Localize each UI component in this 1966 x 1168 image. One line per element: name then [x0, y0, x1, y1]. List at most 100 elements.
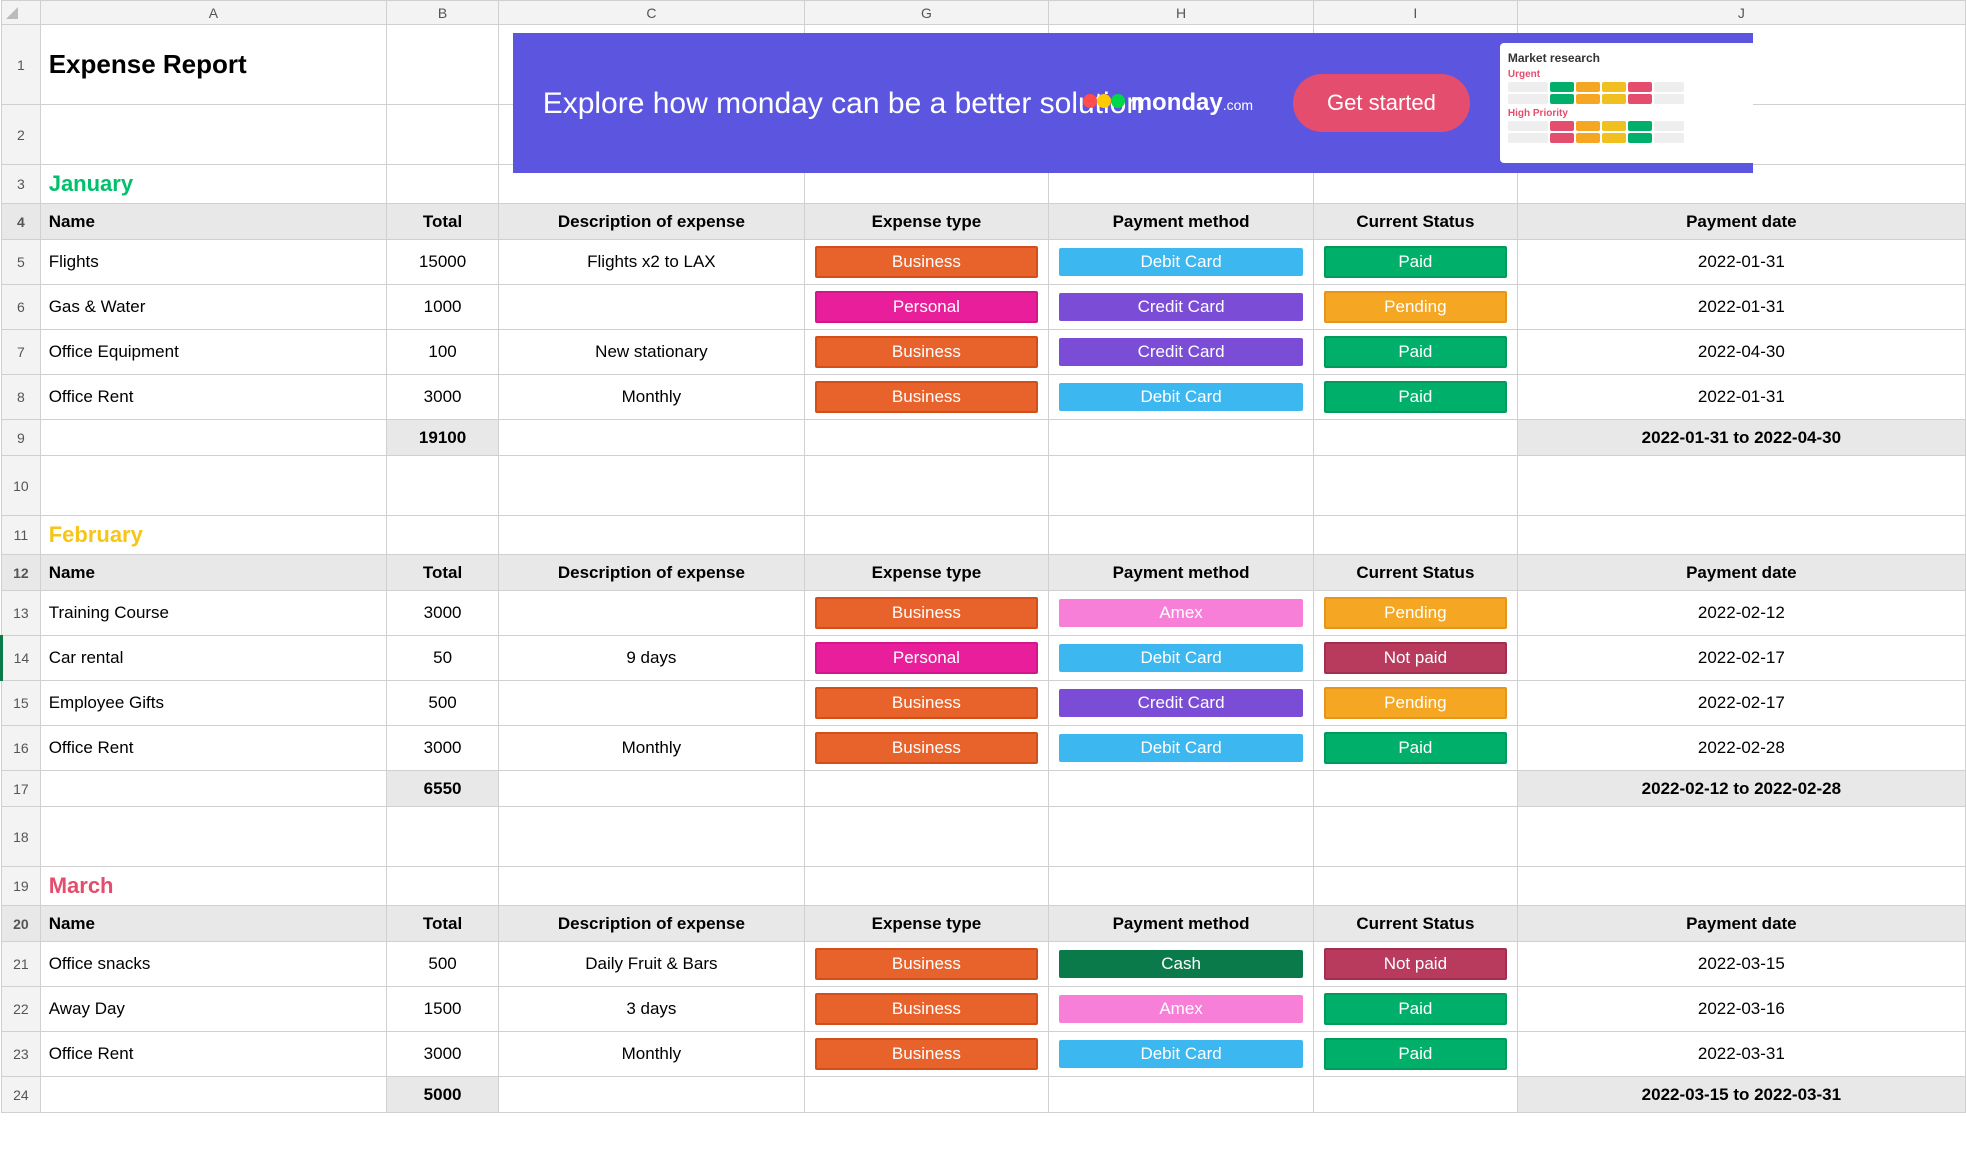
cell-name[interactable]: Employee Gifts	[40, 681, 386, 726]
cell[interactable]: Pending	[1314, 285, 1518, 330]
cell[interactable]: Credit Card	[1049, 285, 1314, 330]
cell-total[interactable]: 100	[387, 330, 499, 375]
row-header-1[interactable]: 1	[2, 25, 41, 105]
cell-desc[interactable]: New stationary	[499, 330, 805, 375]
col-header-B[interactable]: B	[387, 1, 499, 25]
cell[interactable]: Personal	[804, 636, 1048, 681]
cell[interactable]: Paid	[1314, 240, 1518, 285]
cell-name[interactable]: Office Rent	[40, 1032, 386, 1077]
col-header-G[interactable]: G	[804, 1, 1048, 25]
cell-total[interactable]: 3000	[387, 591, 499, 636]
cell-date[interactable]: 2022-02-17	[1517, 636, 1965, 681]
row-header-5[interactable]: 5	[2, 240, 41, 285]
row-header-12[interactable]: 12	[2, 555, 41, 591]
cell[interactable]: Business	[804, 375, 1048, 420]
cell-name[interactable]: Flights	[40, 240, 386, 285]
cell[interactable]: Paid	[1314, 987, 1518, 1032]
row-header-13[interactable]: 13	[2, 591, 41, 636]
cell-desc[interactable]	[499, 285, 805, 330]
cell[interactable]: Debit Card	[1049, 1032, 1314, 1077]
row-header-6[interactable]: 6	[2, 285, 41, 330]
row-header-4[interactable]: 4	[2, 204, 41, 240]
cell[interactable]: Not paid	[1314, 942, 1518, 987]
cell[interactable]: Business	[804, 1032, 1048, 1077]
cell-total[interactable]: 1000	[387, 285, 499, 330]
cell-total[interactable]: 3000	[387, 1032, 499, 1077]
row-header-7[interactable]: 7	[2, 330, 41, 375]
table-row[interactable]: 7Office Equipment100New stationaryBusine…	[2, 330, 1966, 375]
row-header-18[interactable]: 18	[2, 807, 41, 867]
cell-total[interactable]: 3000	[387, 375, 499, 420]
cell-desc[interactable]: Monthly	[499, 375, 805, 420]
row-header-10[interactable]: 10	[2, 456, 41, 516]
row-header-11[interactable]: 11	[2, 516, 41, 555]
cell[interactable]: Paid	[1314, 726, 1518, 771]
cell[interactable]: Credit Card	[1049, 681, 1314, 726]
cell-date[interactable]: 2022-03-15	[1517, 942, 1965, 987]
cell-total[interactable]: 500	[387, 681, 499, 726]
cell[interactable]: Business	[804, 330, 1048, 375]
table-row[interactable]: 14Car rental509 daysPersonalDebit CardNo…	[2, 636, 1966, 681]
cell-name[interactable]: Office Equipment	[40, 330, 386, 375]
cell[interactable]: Debit Card	[1049, 240, 1314, 285]
cell-desc[interactable]: Monthly	[499, 1032, 805, 1077]
table-row[interactable]: 23Office Rent3000MonthlyBusinessDebit Ca…	[2, 1032, 1966, 1077]
cell[interactable]: Paid	[1314, 1032, 1518, 1077]
row-header-19[interactable]: 19	[2, 867, 41, 906]
cell-total[interactable]: 50	[387, 636, 499, 681]
row-header-21[interactable]: 21	[2, 942, 41, 987]
cell[interactable]: Paid	[1314, 330, 1518, 375]
cell[interactable]: Debit Card	[1049, 636, 1314, 681]
row-header-15[interactable]: 15	[2, 681, 41, 726]
row-header-16[interactable]: 16	[2, 726, 41, 771]
cell[interactable]: Amex	[1049, 987, 1314, 1032]
cell-date[interactable]: 2022-02-17	[1517, 681, 1965, 726]
row-header-17[interactable]: 17	[2, 771, 41, 807]
spreadsheet-grid[interactable]: A B C G H I J 1Expense Report Explore ho…	[0, 0, 1966, 1113]
cell-total[interactable]: 500	[387, 942, 499, 987]
cell-desc[interactable]: 3 days	[499, 987, 805, 1032]
table-row[interactable]: 16Office Rent3000MonthlyBusinessDebit Ca…	[2, 726, 1966, 771]
cell[interactable]: Business	[804, 240, 1048, 285]
cell[interactable]: Pending	[1314, 681, 1518, 726]
cell[interactable]: Amex	[1049, 591, 1314, 636]
cell-desc[interactable]: Flights x2 to LAX	[499, 240, 805, 285]
cell-name[interactable]: Office snacks	[40, 942, 386, 987]
cell-date[interactable]: 2022-01-31	[1517, 375, 1965, 420]
cell-name[interactable]: Office Rent	[40, 726, 386, 771]
row-header-8[interactable]: 8	[2, 375, 41, 420]
cell-date[interactable]: 2022-03-31	[1517, 1032, 1965, 1077]
row-header-20[interactable]: 20	[2, 906, 41, 942]
table-row[interactable]: 22Away Day15003 daysBusinessAmexPaid2022…	[2, 987, 1966, 1032]
cell[interactable]: Business	[804, 942, 1048, 987]
cell-date[interactable]: 2022-02-28	[1517, 726, 1965, 771]
row-header-22[interactable]: 22	[2, 987, 41, 1032]
cell[interactable]: Debit Card	[1049, 726, 1314, 771]
cell-date[interactable]: 2022-04-30	[1517, 330, 1965, 375]
col-header-I[interactable]: I	[1314, 1, 1518, 25]
cell-date[interactable]: 2022-03-16	[1517, 987, 1965, 1032]
cell[interactable]: Business	[804, 681, 1048, 726]
cell-desc[interactable]	[499, 681, 805, 726]
cell[interactable]: Business	[804, 987, 1048, 1032]
cell-date[interactable]: 2022-01-31	[1517, 285, 1965, 330]
cell-total[interactable]: 3000	[387, 726, 499, 771]
cell-name[interactable]: Office Rent	[40, 375, 386, 420]
col-header-H[interactable]: H	[1049, 1, 1314, 25]
cell[interactable]: Business	[804, 726, 1048, 771]
cell[interactable]: Paid	[1314, 375, 1518, 420]
table-row[interactable]: 21Office snacks500Daily Fruit & BarsBusi…	[2, 942, 1966, 987]
cell-total[interactable]: 15000	[387, 240, 499, 285]
cell[interactable]: Not paid	[1314, 636, 1518, 681]
cell-name[interactable]: Gas & Water	[40, 285, 386, 330]
cell-name[interactable]: Away Day	[40, 987, 386, 1032]
cell-date[interactable]: 2022-01-31	[1517, 240, 1965, 285]
cell-name[interactable]: Training Course	[40, 591, 386, 636]
cell[interactable]: Personal	[804, 285, 1048, 330]
col-header-A[interactable]: A	[40, 1, 386, 25]
cell-total[interactable]: 1500	[387, 987, 499, 1032]
col-header-J[interactable]: J	[1517, 1, 1965, 25]
cell[interactable]: Credit Card	[1049, 330, 1314, 375]
cell-name[interactable]: Car rental	[40, 636, 386, 681]
cell-desc[interactable]: 9 days	[499, 636, 805, 681]
